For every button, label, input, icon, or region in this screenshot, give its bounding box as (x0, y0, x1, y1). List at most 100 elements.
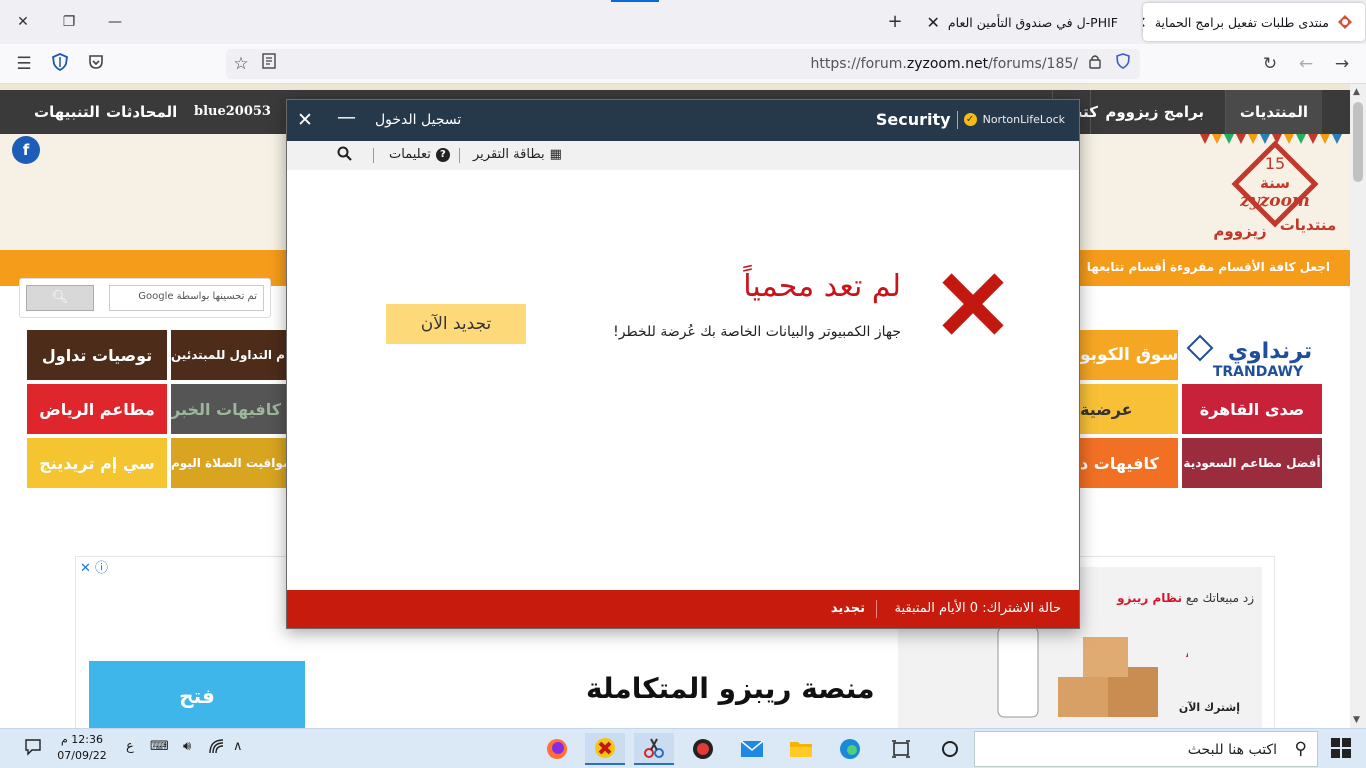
shield-icon[interactable] (49, 53, 71, 75)
help-label: تعليمات (389, 147, 431, 162)
norton-brand: Security ✓ NortonLifeLock (876, 110, 1065, 129)
browser-toolbar: ☰ ☆ https://forum.zyzoom.net/forums/185/… (0, 44, 1366, 84)
status-renew-link[interactable]: تجديد (831, 601, 865, 616)
scissors-app-icon[interactable] (634, 733, 674, 765)
taskbar-search-box[interactable]: ⚲ اكتب هنا للبحث (974, 731, 1318, 767)
tab-title: منتدى طلبات تفعيل برامج الحماية (1154, 14, 1329, 30)
google-search-input[interactable]: تم تحسينها بواسطة Google (109, 285, 264, 311)
antivirus-app-icon[interactable] (683, 733, 723, 765)
lock-icon[interactable] (1084, 53, 1106, 75)
page-scrollbar[interactable]: ▲ ▼ (1350, 84, 1366, 728)
status-label: حالة الاشتراك: (982, 601, 1061, 616)
mark-all-read-link[interactable]: اجعل كافة الأقسام مقروءة (1170, 260, 1330, 274)
followed-sections-link[interactable]: أقسام تتابعها (1087, 260, 1166, 274)
pocket-icon[interactable] (85, 53, 107, 75)
ad-subscribe-text: إشترك الآن (1178, 701, 1240, 714)
tab-close-icon[interactable]: ✕ (1143, 13, 1147, 32)
keyboard-icon[interactable]: ⌨ (150, 739, 169, 754)
report-card-menu[interactable]: ▦ بطاقة التقرير (473, 147, 562, 162)
ad-open-button[interactable]: فتح (89, 661, 305, 728)
firefox-icon[interactable] (537, 733, 577, 765)
status-days: 0 الأيام المتبقية (894, 601, 979, 616)
new-tab-icon[interactable]: + (884, 11, 906, 33)
reload-icon[interactable]: ↻ (1259, 53, 1281, 75)
status-separator (876, 600, 877, 618)
subscription-status-bar: حالة الاشتراك: 0 الأيام المتبقية تجديد (287, 590, 1079, 628)
url-text[interactable]: https://forum.zyzoom.net/forums/185/ (810, 56, 1078, 72)
bookmark-star-icon[interactable]: ☆ (230, 53, 252, 75)
tile-best-saudi-restaurants[interactable]: أفضل مطاعم السعودية (1182, 438, 1322, 488)
boxes-illustration (997, 626, 1188, 718)
reader-view-icon[interactable] (258, 53, 280, 75)
file-explorer-icon[interactable] (781, 733, 821, 765)
tab-active[interactable]: منتدى طلبات تفعيل برامج الحماية ✕ (1143, 3, 1365, 41)
tray-expand-icon[interactable]: ∧ (233, 739, 243, 754)
volume-icon[interactable]: 🔊︎ (183, 739, 191, 754)
cortana-icon[interactable] (930, 733, 970, 765)
tracking-protection-icon[interactable] (1112, 53, 1134, 75)
trandawy-logo: ترنداوي TRANDAWY (1186, 334, 1312, 380)
norton-app-icon[interactable] (585, 733, 625, 765)
back-icon[interactable]: → (1331, 53, 1353, 75)
scrollbar-thumb[interactable] (1353, 102, 1363, 182)
google-search-button[interactable]: 🔍︎ (26, 285, 94, 311)
tab-inactive[interactable]: PHIF-ل في صندوق التأمين العام ✕ (920, 3, 1130, 41)
forward-icon[interactable]: ← (1295, 53, 1317, 75)
search-icon[interactable] (337, 146, 352, 165)
tile-khobar-cafes[interactable]: كافيهات الخبر (171, 384, 286, 434)
scroll-up-icon[interactable]: ▲ (1353, 87, 1360, 97)
help-menu[interactable]: ? تعليمات (389, 147, 450, 162)
mail-icon[interactable] (732, 733, 772, 765)
tile-cafes-d[interactable]: كافيهات د (1080, 438, 1178, 488)
windows-taskbar: 12:36 م 07/09/22 ع ⌨ 🔊︎ ∧ ⚲ اكتب هنا للب… (0, 728, 1366, 768)
network-icon[interactable] (209, 739, 224, 758)
tab-close-icon[interactable]: ✕ (926, 13, 939, 32)
nav-forums[interactable]: المنتديات (1224, 90, 1322, 134)
facebook-icon[interactable]: f (12, 136, 40, 164)
window-restore-icon[interactable]: ❐ (46, 0, 92, 44)
tile-trading-recommendations[interactable]: توصيات تداول (27, 330, 167, 380)
taskbar-search-placeholder: اكتب هنا للبحث (1187, 742, 1277, 758)
help-icon: ? (435, 147, 450, 162)
brand-security: Security (875, 110, 951, 129)
edge-icon[interactable] (830, 733, 870, 765)
windows-start-icon[interactable] (1330, 737, 1352, 759)
dialog-close-icon[interactable]: ✕ (297, 109, 313, 131)
scroll-down-icon[interactable]: ▼ (1353, 715, 1360, 725)
subscription-status: حالة الاشتراك: 0 الأيام المتبقية (894, 601, 1061, 616)
clock[interactable]: 12:36 م 07/09/22 (52, 732, 112, 764)
clock-date: 07/09/22 (57, 749, 107, 762)
norton-menu-bar: ▦ بطاقة التقرير ? تعليمات (287, 141, 1079, 170)
search-icon: 🔍︎ (51, 290, 69, 305)
window-minimize-icon[interactable]: — (92, 0, 138, 44)
tile-cairo-echo[interactable]: صدى القاهرة (1182, 384, 1322, 434)
tile-coupon-market[interactable]: سوق الكوبو (1080, 330, 1178, 380)
notifications-icon[interactable] (24, 738, 42, 760)
input-language[interactable]: ع (126, 739, 134, 754)
svg-text:ترنداوي: ترنداوي (1228, 339, 1312, 364)
tile-riyadh-restaurants[interactable]: مطاعم الرياض (27, 384, 167, 434)
menu-icon[interactable]: ☰ (13, 53, 35, 75)
url-bar[interactable]: ☆ https://forum.zyzoom.net/forums/185/ (226, 49, 1140, 79)
zyzoom-logo[interactable]: 15 سنة zyzoom منتديات زيزووم (1200, 136, 1350, 248)
window-close-icon[interactable]: ✕ (0, 0, 46, 44)
norton-check-icon: ✓ (963, 113, 977, 126)
url-prefix: https://forum. (810, 56, 907, 72)
renew-now-button[interactable]: تجديد الآن (386, 304, 526, 344)
tab-title: PHIF-ل في صندوق التأمين العام (947, 14, 1118, 30)
sign-in-link[interactable]: تسجيل الدخول (375, 112, 461, 128)
tile-ardiya[interactable]: عرضية (1080, 384, 1178, 434)
tile-prayer-times[interactable]: مواقيت الصلاة اليوم (171, 438, 286, 488)
svg-text:سنة: سنة (1260, 174, 1290, 192)
ad-close-icon[interactable]: ✕ ⓘ (80, 557, 108, 576)
task-view-icon[interactable] (881, 733, 921, 765)
tile-cm-trading[interactable]: سي إم تريدينج (27, 438, 167, 488)
nav-alerts[interactable]: التنبيهات (20, 90, 114, 134)
tile-trading-beginners[interactable]: م التداول للمبتدئين (171, 330, 286, 380)
risk-message: جهاز الكمبيوتر والبيانات الخاصة بك عُرضة… (613, 324, 901, 340)
nav-username[interactable]: blue20053 (180, 90, 285, 134)
brand-separator (956, 110, 958, 129)
norton-title-bar: ✕ — تسجيل الدخول Security ✓ NortonLifeLo… (287, 100, 1079, 141)
tile-trandawy[interactable]: ترنداوي TRANDAWY (1182, 330, 1322, 380)
dialog-minimize-icon[interactable]: — (337, 106, 356, 128)
